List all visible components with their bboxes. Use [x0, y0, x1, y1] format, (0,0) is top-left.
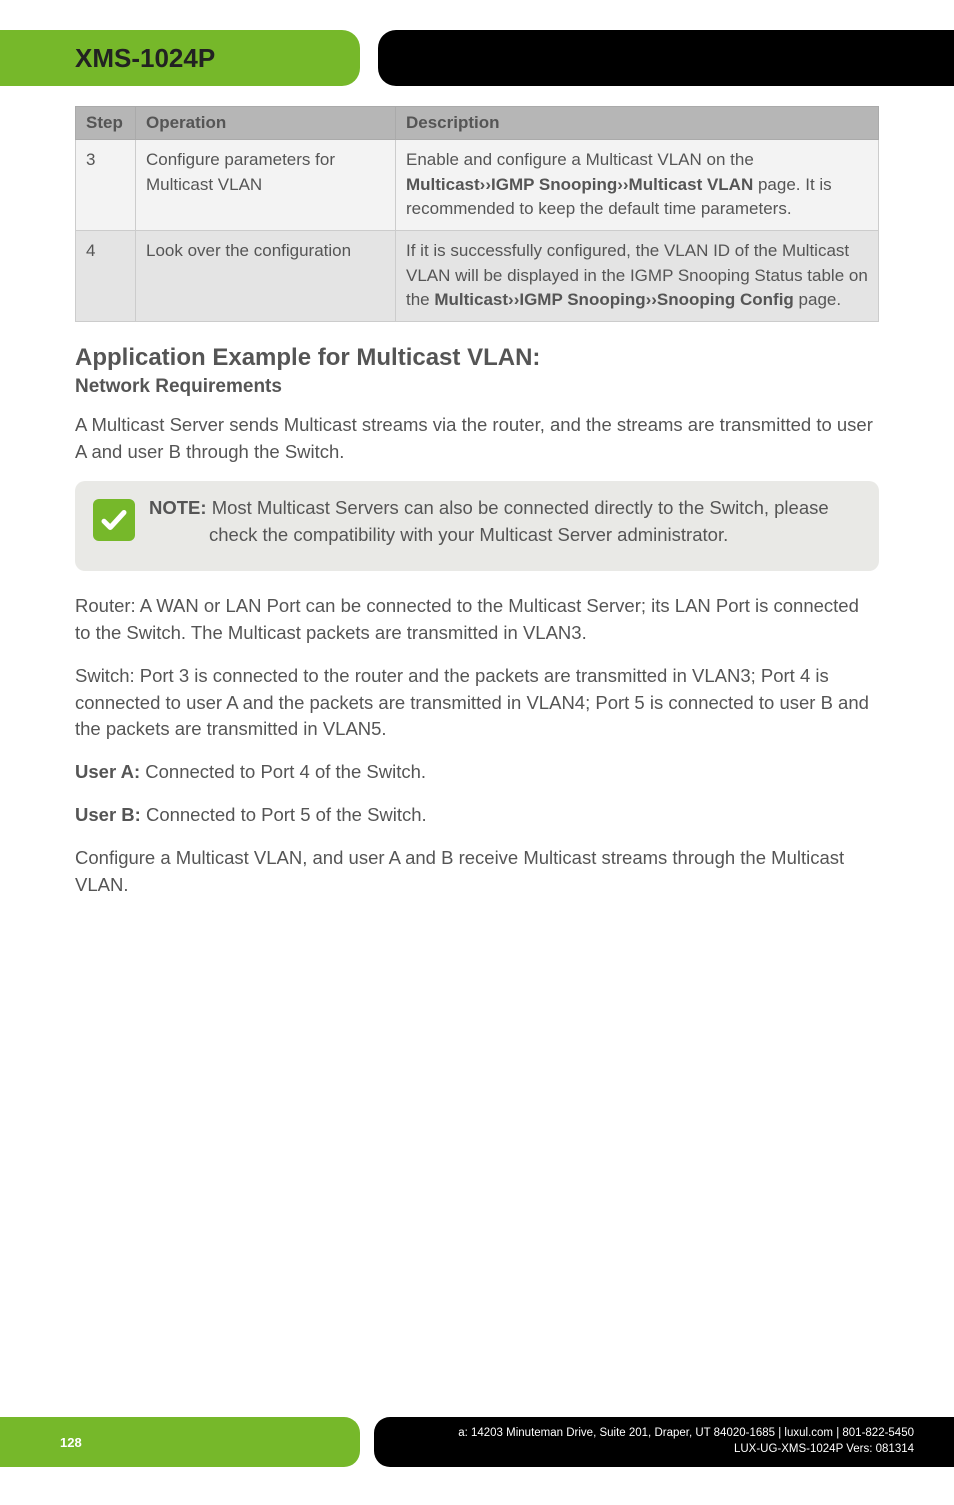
note-body: Most Multicast Servers can also be conne…	[207, 497, 829, 545]
section-subtitle: Network Requirements	[75, 376, 879, 398]
col-header-description: Description	[396, 107, 879, 140]
footer-doc-version: LUX-UG-XMS-1024P Vers: 081314	[734, 1442, 914, 1458]
footer-page-number-badge: 128	[0, 1417, 360, 1467]
paragraph-configure: Configure a Multicast VLAN, and user A a…	[75, 845, 879, 899]
header-black-bar	[378, 30, 954, 86]
user-b-text: Connected to Port 5 of the Switch.	[141, 804, 427, 825]
page-footer: 128 a: 14203 Minuteman Drive, Suite 201,…	[0, 1417, 954, 1467]
cell-description: If it is successfully configured, the VL…	[396, 230, 879, 321]
footer-address: a: 14203 Minuteman Drive, Suite 201, Dra…	[458, 1426, 914, 1442]
cell-operation: Configure parameters for Multicast VLAN	[136, 140, 396, 231]
table-row: 3 Configure parameters for Multicast VLA…	[76, 140, 879, 231]
page-content: Step Operation Description 3 Configure p…	[0, 106, 954, 898]
product-model-badge: XMS-1024P	[0, 30, 360, 86]
desc-bold: Multicast››IGMP Snooping››Snooping Confi…	[434, 290, 793, 309]
user-a-text: Connected to Port 4 of the Switch.	[140, 761, 426, 782]
desc-text: page.	[794, 290, 841, 309]
footer-info: a: 14203 Minuteman Drive, Suite 201, Dra…	[374, 1417, 954, 1467]
paragraph-router: Router: A WAN or LAN Port can be connect…	[75, 593, 879, 647]
note-label: NOTE:	[149, 497, 207, 518]
paragraph-user-a: User A: Connected to Port 4 of the Switc…	[75, 759, 879, 786]
cell-step: 4	[76, 230, 136, 321]
cell-step: 3	[76, 140, 136, 231]
page-header: XMS-1024P	[0, 30, 954, 86]
user-a-label: User A:	[75, 761, 140, 782]
page-number: 128	[60, 1435, 82, 1450]
steps-table: Step Operation Description 3 Configure p…	[75, 106, 879, 322]
desc-text: Enable and configure a Multicast VLAN on…	[406, 150, 754, 169]
table-row: 4 Look over the configuration If it is s…	[76, 230, 879, 321]
user-b-label: User B:	[75, 804, 141, 825]
product-model-text: XMS-1024P	[75, 43, 215, 74]
note-text-block: NOTE: Most Multicast Servers can also be…	[149, 495, 861, 549]
cell-description: Enable and configure a Multicast VLAN on…	[396, 140, 879, 231]
paragraph-intro: A Multicast Server sends Multicast strea…	[75, 412, 879, 466]
paragraph-switch: Switch: Port 3 is connected to the route…	[75, 663, 879, 743]
cell-operation: Look over the configuration	[136, 230, 396, 321]
table-header-row: Step Operation Description	[76, 107, 879, 140]
note-callout: NOTE: Most Multicast Servers can also be…	[75, 481, 879, 571]
col-header-operation: Operation	[136, 107, 396, 140]
desc-bold: Multicast››IGMP Snooping››Multicast VLAN	[406, 175, 753, 194]
col-header-step: Step	[76, 107, 136, 140]
section-title: Application Example for Multicast VLAN:	[75, 344, 879, 372]
checkmark-icon	[93, 499, 135, 541]
paragraph-user-b: User B: Connected to Port 5 of the Switc…	[75, 802, 879, 829]
